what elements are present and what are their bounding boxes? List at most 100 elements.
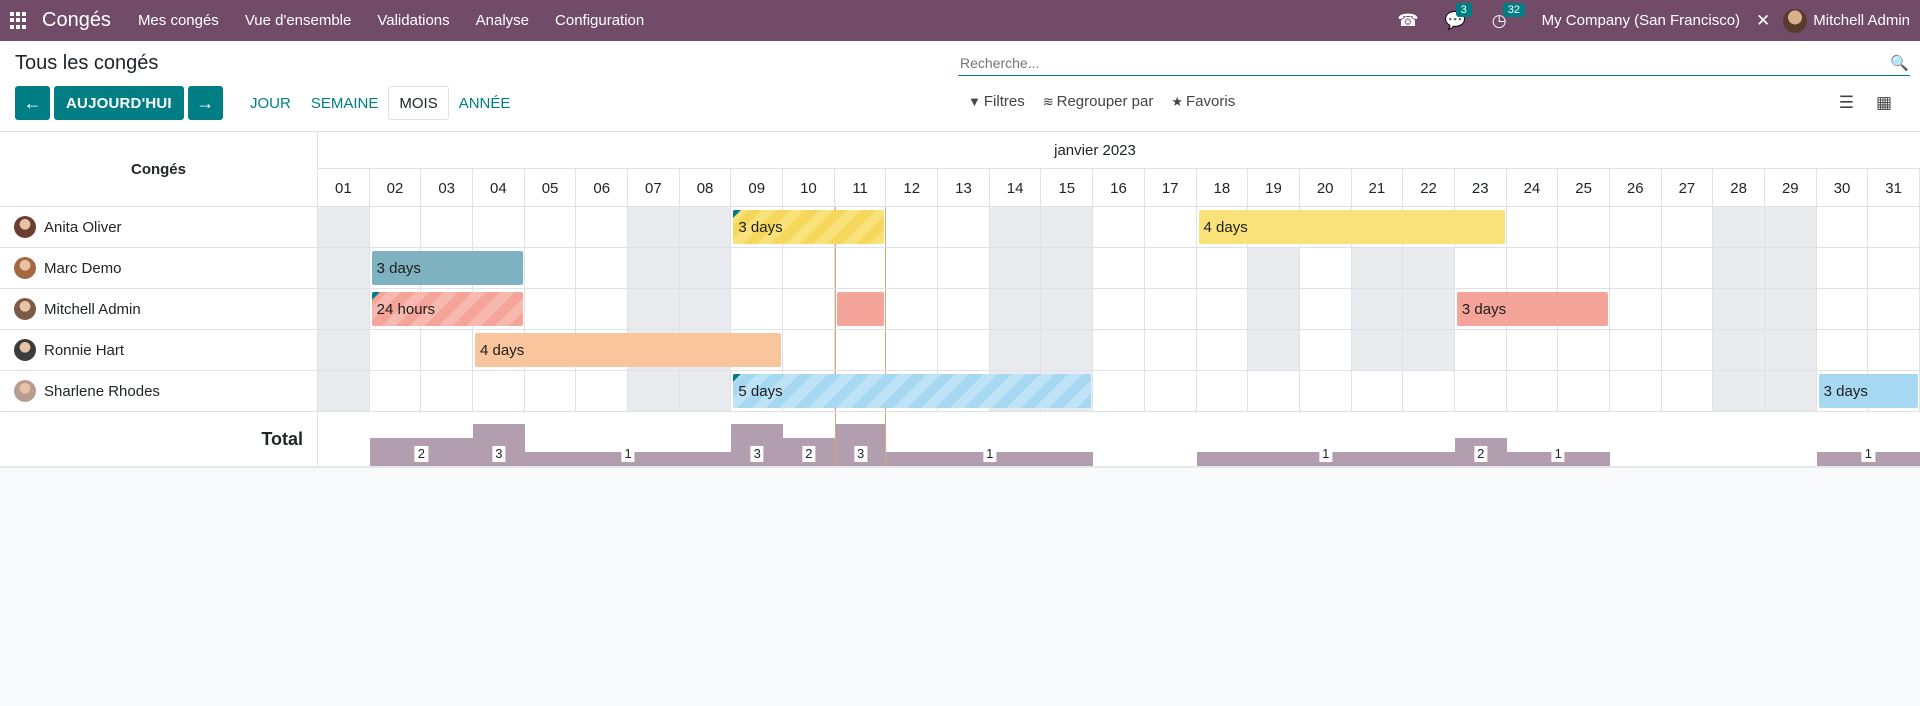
gantt-cell[interactable] bbox=[783, 248, 835, 288]
menu-my-leaves[interactable]: Mes congés bbox=[125, 12, 232, 29]
gantt-cell[interactable] bbox=[1093, 248, 1145, 288]
leave-pill[interactable]: 4 days bbox=[1198, 210, 1505, 244]
gantt-cell[interactable] bbox=[628, 289, 680, 329]
gantt-cell[interactable] bbox=[1713, 330, 1765, 370]
scale-month-button[interactable]: MOIS bbox=[388, 86, 449, 120]
gantt-cell[interactable] bbox=[1455, 330, 1507, 370]
gantt-cell[interactable] bbox=[1145, 330, 1197, 370]
gantt-cell[interactable] bbox=[1764, 371, 1817, 411]
gantt-cell[interactable] bbox=[1041, 289, 1094, 329]
gantt-cell[interactable] bbox=[1352, 371, 1404, 411]
gantt-cell[interactable] bbox=[628, 248, 680, 288]
filters-button[interactable]: ▼ Filtres bbox=[968, 93, 1025, 110]
apps-icon[interactable] bbox=[10, 11, 28, 30]
gantt-cell[interactable] bbox=[421, 371, 474, 411]
gantt-cell[interactable] bbox=[1610, 289, 1662, 329]
gantt-cell[interactable] bbox=[1197, 330, 1249, 370]
gantt-cell[interactable] bbox=[318, 207, 370, 247]
gantt-cell[interactable] bbox=[525, 207, 577, 247]
gantt-cell[interactable] bbox=[1558, 330, 1610, 370]
gantt-cell[interactable] bbox=[938, 248, 990, 288]
menu-analysis[interactable]: Analyse bbox=[463, 12, 542, 29]
groupby-button[interactable]: ≋ Regrouper par bbox=[1043, 93, 1154, 110]
gantt-cell[interactable] bbox=[1610, 207, 1662, 247]
gantt-cell[interactable] bbox=[679, 248, 732, 288]
today-button[interactable]: AUJOURD'HUI bbox=[54, 86, 184, 120]
gantt-cell[interactable] bbox=[1145, 289, 1197, 329]
gantt-cell[interactable] bbox=[1610, 330, 1662, 370]
gantt-cell[interactable] bbox=[1300, 371, 1352, 411]
gantt-cell[interactable] bbox=[989, 248, 1042, 288]
gantt-cell[interactable] bbox=[1248, 371, 1300, 411]
gantt-cell[interactable] bbox=[1145, 207, 1197, 247]
gantt-cell[interactable] bbox=[525, 371, 577, 411]
tools-icon[interactable]: ✕ bbox=[1756, 11, 1770, 31]
gantt-cell[interactable] bbox=[1662, 248, 1714, 288]
gantt-cell[interactable] bbox=[1403, 248, 1455, 288]
gantt-cell[interactable] bbox=[1041, 330, 1094, 370]
gantt-cell[interactable] bbox=[1507, 207, 1559, 247]
phone-icon[interactable]: ☎ bbox=[1397, 11, 1418, 31]
gantt-cell[interactable] bbox=[1093, 371, 1145, 411]
gantt-cell[interactable] bbox=[886, 248, 939, 288]
gantt-cell[interactable] bbox=[1248, 330, 1300, 370]
gantt-cell[interactable] bbox=[1868, 289, 1920, 329]
gantt-cell[interactable] bbox=[525, 289, 577, 329]
gantt-cell[interactable] bbox=[1041, 207, 1094, 247]
gantt-cell[interactable] bbox=[835, 248, 887, 288]
gantt-cell[interactable] bbox=[938, 207, 990, 247]
next-button[interactable]: → bbox=[187, 86, 223, 120]
gantt-cell[interactable] bbox=[1403, 371, 1455, 411]
gantt-cell[interactable] bbox=[473, 207, 525, 247]
leave-pill[interactable]: 3 days bbox=[1456, 292, 1608, 326]
gantt-cell[interactable] bbox=[1662, 207, 1714, 247]
gantt-cell[interactable] bbox=[1713, 207, 1765, 247]
gantt-cell[interactable] bbox=[318, 371, 370, 411]
gantt-cell[interactable] bbox=[1507, 248, 1559, 288]
gantt-cell[interactable] bbox=[576, 207, 629, 247]
scale-week-button[interactable]: SEMAINE bbox=[301, 86, 389, 120]
gantt-cell[interactable] bbox=[370, 371, 422, 411]
gantt-cell[interactable] bbox=[1713, 371, 1765, 411]
gantt-cell[interactable] bbox=[1093, 289, 1145, 329]
gantt-cell[interactable] bbox=[576, 371, 629, 411]
gantt-cell[interactable] bbox=[1197, 289, 1249, 329]
gantt-cell[interactable] bbox=[1351, 330, 1404, 370]
leave-pill[interactable]: 3 days bbox=[1818, 374, 1918, 408]
gantt-cell[interactable] bbox=[1713, 248, 1765, 288]
gantt-cell[interactable] bbox=[989, 330, 1042, 370]
gantt-cell[interactable] bbox=[1351, 289, 1404, 329]
gantt-cell[interactable] bbox=[1817, 207, 1869, 247]
gantt-cell[interactable] bbox=[1507, 330, 1559, 370]
calendar-view-icon[interactable]: ▦ bbox=[1876, 93, 1892, 113]
gantt-cell[interactable] bbox=[318, 330, 370, 370]
gantt-cell[interactable] bbox=[1300, 330, 1352, 370]
gantt-cell[interactable] bbox=[1764, 289, 1817, 329]
clock-icon[interactable]: ◷ 32 bbox=[1492, 2, 1526, 31]
gantt-cell[interactable] bbox=[1868, 330, 1920, 370]
leave-pill[interactable] bbox=[836, 292, 885, 326]
gantt-cell[interactable] bbox=[938, 289, 990, 329]
gantt-cell[interactable] bbox=[1610, 248, 1662, 288]
gantt-cell[interactable] bbox=[679, 289, 732, 329]
gantt-cell[interactable] bbox=[731, 289, 784, 329]
gantt-cell[interactable] bbox=[576, 248, 629, 288]
gantt-cell[interactable] bbox=[370, 207, 422, 247]
gantt-cell[interactable] bbox=[1093, 330, 1145, 370]
gantt-cell[interactable] bbox=[1764, 330, 1817, 370]
gantt-cell[interactable] bbox=[1455, 371, 1507, 411]
gantt-cell[interactable] bbox=[1558, 248, 1610, 288]
gantt-cell[interactable] bbox=[835, 330, 887, 370]
search-icon[interactable]: 🔍 bbox=[1890, 54, 1910, 72]
chat-icon[interactable]: 💬 3 bbox=[1445, 2, 1472, 31]
gantt-cell[interactable] bbox=[938, 330, 990, 370]
gantt-cell[interactable] bbox=[318, 248, 370, 288]
menu-overview[interactable]: Vue d'ensemble bbox=[232, 12, 365, 29]
gantt-cell[interactable] bbox=[886, 330, 939, 370]
favorites-button[interactable]: ★ Favoris bbox=[1171, 93, 1235, 110]
gantt-cell[interactable] bbox=[886, 207, 939, 247]
gantt-cell[interactable] bbox=[1145, 371, 1197, 411]
gantt-cell[interactable] bbox=[1558, 371, 1610, 411]
gantt-cell[interactable] bbox=[473, 371, 525, 411]
gantt-cell[interactable] bbox=[1300, 248, 1352, 288]
